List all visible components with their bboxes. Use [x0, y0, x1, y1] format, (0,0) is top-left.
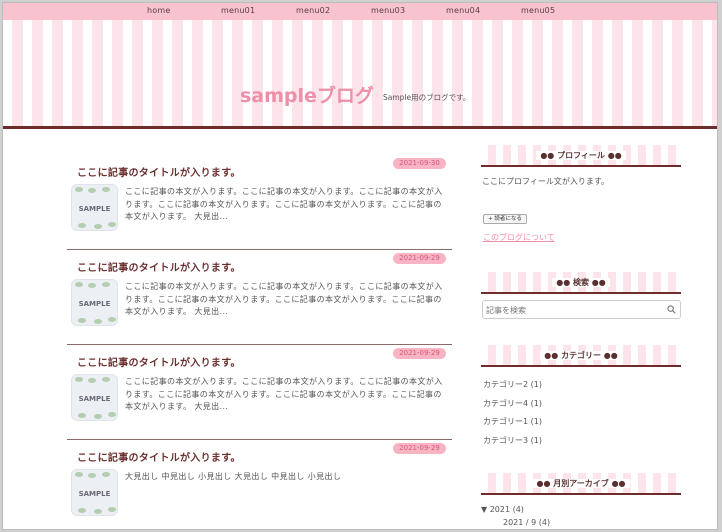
- nav-menu02[interactable]: menu02: [296, 6, 330, 15]
- heading-deco-icon: ●●: [540, 151, 555, 160]
- nav-menu05[interactable]: menu05: [521, 6, 555, 15]
- heading-deco-icon: ●●: [544, 351, 559, 360]
- heading-deco-icon: ●●: [611, 479, 626, 488]
- heading-deco-icon: ●●: [556, 278, 571, 287]
- post-title[interactable]: ここに記事のタイトルが入ります。: [77, 259, 241, 274]
- heading-deco-icon: ●●: [607, 151, 622, 160]
- category-heading-label: カテゴリー: [561, 351, 601, 360]
- post-date: 2021-09-30: [393, 158, 446, 169]
- subscribe-button[interactable]: + 読者になる: [483, 214, 527, 224]
- nav-menu01[interactable]: menu01: [221, 6, 255, 15]
- site-header: sampleブログ Sample用のブログです。: [3, 20, 717, 126]
- post-excerpt: ここに記事の本文が入ります。ここに記事の本文が入ります。ここに記事の本文が入りま…: [125, 377, 443, 411]
- post-title[interactable]: ここに記事のタイトルが入ります。: [77, 449, 241, 464]
- post-date: 2021-09-29: [393, 348, 446, 359]
- post-title[interactable]: ここに記事のタイトルが入ります。: [77, 164, 241, 179]
- post-thumbnail[interactable]: SAMPLE: [71, 469, 118, 516]
- site-title[interactable]: sampleブログ: [240, 81, 374, 108]
- article-entry: 2021-09-29 ここに記事のタイトルが入ります。 SAMPLE ここに記事…: [67, 253, 452, 345]
- subscribe-button-label: 読者になる: [494, 216, 522, 222]
- about-blog-link[interactable]: このブログについて: [483, 232, 555, 243]
- archive-heading-label: 月別アーカイブ: [553, 479, 609, 488]
- heading-deco-icon: ●●: [603, 351, 618, 360]
- profile-text: ここにプロフィール文が入ります。: [482, 177, 610, 186]
- search-input[interactable]: [486, 304, 656, 316]
- browser-page: home menu01 menu02 menu03 menu04 menu05 …: [2, 2, 718, 530]
- heading-deco-icon: ●●: [591, 278, 606, 287]
- archive-month-link[interactable]: 2021 / 9 (4): [503, 518, 550, 527]
- thumbnail-label: SAMPLE: [78, 395, 111, 403]
- nav-home[interactable]: home: [147, 6, 170, 15]
- profile-heading: ●● プロフィール ●●: [481, 145, 681, 167]
- post-thumbnail[interactable]: SAMPLE: [71, 279, 118, 326]
- post-excerpt: ここに記事の本文が入ります。ここに記事の本文が入ります。ここに記事の本文が入りま…: [125, 282, 443, 316]
- header-divider: [3, 126, 717, 129]
- post-excerpt: ここに記事の本文が入ります。ここに記事の本文が入ります。ここに記事の本文が入りま…: [125, 187, 443, 221]
- post-date: 2021-09-29: [393, 443, 446, 454]
- nav-menu04[interactable]: menu04: [446, 6, 480, 15]
- article-entry: 2021-09-29 ここに記事のタイトルが入ります。 SAMPLE 大見出し …: [67, 443, 452, 529]
- search-heading-label: 検索: [573, 278, 589, 287]
- thumbnail-label: SAMPLE: [78, 490, 111, 498]
- thumbnail-label: SAMPLE: [78, 205, 111, 213]
- thumbnail-label: SAMPLE: [78, 300, 111, 308]
- category-link[interactable]: カテゴリー2 (1): [483, 379, 542, 390]
- archive-heading: ●● 月別アーカイブ ●●: [481, 473, 681, 495]
- post-excerpt: 大見出し 中見出し 小見出し 大見出し 中見出し 小見出し: [125, 472, 342, 481]
- article-entry: 2021-09-29 ここに記事のタイトルが入ります。 SAMPLE ここに記事…: [67, 348, 452, 440]
- category-link[interactable]: カテゴリー3 (1): [483, 435, 542, 446]
- archive-year-toggle[interactable]: ▼ 2021 (4): [481, 505, 524, 514]
- post-thumbnail[interactable]: SAMPLE: [71, 374, 118, 421]
- search-heading: ●● 検索 ●●: [481, 272, 681, 294]
- search-icon[interactable]: [667, 305, 676, 314]
- article-entry: 2021-09-30 ここに記事のタイトルが入ります。 SAMPLE ここに記事…: [67, 158, 452, 250]
- post-thumbnail[interactable]: SAMPLE: [71, 184, 118, 231]
- plus-icon: +: [488, 216, 493, 222]
- profile-heading-label: プロフィール: [557, 151, 605, 160]
- post-title[interactable]: ここに記事のタイトルが入ります。: [77, 354, 241, 369]
- category-heading: ●● カテゴリー ●●: [481, 345, 681, 367]
- heading-deco-icon: ●●: [536, 479, 551, 488]
- category-link[interactable]: カテゴリー4 (1): [483, 398, 542, 409]
- search-box: [482, 300, 681, 319]
- nav-menu03[interactable]: menu03: [371, 6, 405, 15]
- post-date: 2021-09-29: [393, 253, 446, 264]
- global-nav: home menu01 menu02 menu03 menu04 menu05: [3, 3, 717, 20]
- category-link[interactable]: カテゴリー1 (1): [483, 416, 542, 427]
- site-description: Sample用のブログです。: [383, 93, 471, 102]
